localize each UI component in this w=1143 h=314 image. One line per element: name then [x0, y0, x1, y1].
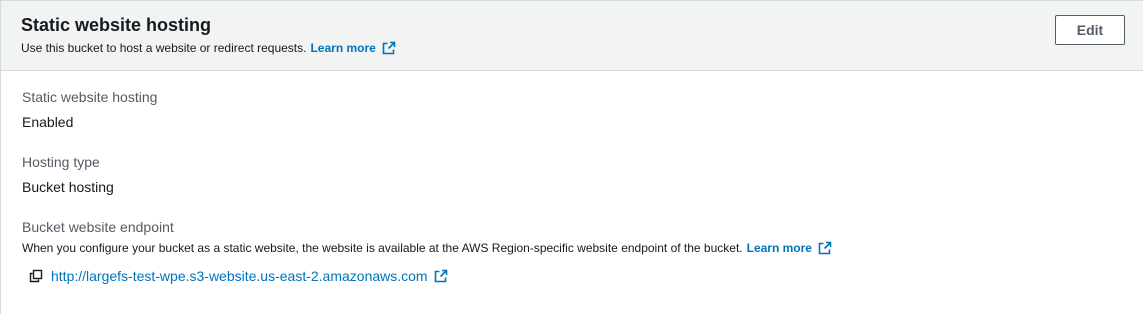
field-value: Enabled	[22, 114, 74, 130]
field-description: When you configure your bucket as a stat…	[22, 241, 832, 255]
panel-header: Static website hosting Use this bucket t…	[1, 1, 1143, 71]
learn-more-link[interactable]: Learn more	[310, 41, 375, 55]
external-link-icon[interactable]	[434, 269, 448, 283]
field-label: Static website hosting	[22, 89, 158, 105]
edit-button[interactable]: Edit	[1055, 15, 1125, 45]
field-description-text: When you configure your bucket as a stat…	[22, 241, 743, 255]
field-static-website-hosting: Static website hosting Enabled	[22, 89, 157, 130]
endpoint-url-link[interactable]: http://largefs-test-wpe.s3-website.us-ea…	[51, 268, 428, 284]
endpoint-url-row: http://largefs-test-wpe.s3-website.us-ea…	[29, 268, 448, 284]
copy-icon[interactable]	[29, 269, 43, 283]
external-link-icon[interactable]	[818, 241, 832, 255]
field-value: Bucket hosting	[22, 179, 114, 195]
panel-description: Use this bucket to host a website or red…	[21, 41, 396, 55]
panel-description-text: Use this bucket to host a website or red…	[21, 41, 307, 55]
endpoint-learn-more-link[interactable]: Learn more	[747, 241, 812, 255]
panel-title: Static website hosting	[21, 15, 212, 35]
field-bucket-website-endpoint: Bucket website endpoint When you configu…	[22, 219, 832, 255]
field-label: Hosting type	[22, 154, 100, 170]
field-hosting-type: Hosting type Bucket hosting	[22, 154, 114, 195]
static-website-hosting-panel: Static website hosting Use this bucket t…	[0, 0, 1143, 314]
external-link-icon[interactable]	[382, 41, 396, 55]
field-label: Bucket website endpoint	[22, 219, 174, 235]
